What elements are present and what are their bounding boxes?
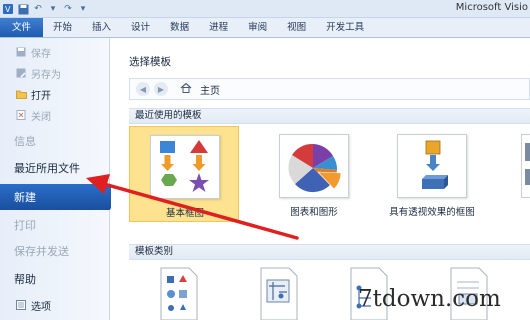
sidebar-item-label: 帮助	[14, 273, 36, 286]
template-label: 基本框图	[165, 208, 204, 219]
sidebar-item-label: 保存	[31, 48, 51, 60]
tab-insert[interactable]: 插入	[82, 18, 121, 37]
sidebar-item-label: 选项	[31, 301, 51, 313]
forward-icon[interactable]: ▶	[154, 82, 168, 96]
sidebar-item-label: 新建	[14, 191, 36, 204]
sidebar-item-label: 打印	[14, 219, 36, 232]
sidebar-item-open[interactable]: 打开	[0, 86, 110, 102]
template-perspective-diagram[interactable]: 具有透视效果的框图	[377, 126, 487, 222]
home-icon[interactable]	[180, 82, 192, 96]
basic-diagram-thumbnail	[150, 135, 220, 199]
back-icon[interactable]: ◀	[136, 82, 150, 96]
template-nav-bar: ◀ ▶ 主页	[129, 78, 530, 100]
sidebar-item-label: 保存并发送	[14, 245, 69, 258]
tab-developer[interactable]: 开发工具	[316, 18, 374, 37]
sidebar-item-label: 最近所用文件	[14, 162, 80, 175]
redo-icon[interactable]: ↷	[62, 3, 74, 15]
new-template-panel: 选择模板 ◀ ▶ 主页 最近使用的模板 基本框图 图表和图形 具有透视效果的框图…	[111, 38, 530, 320]
close-doc-icon	[15, 109, 27, 121]
title-bar: V ↶ ▾ ↷ ▾ Microsoft Visio	[0, 0, 530, 18]
svg-text:V: V	[5, 5, 11, 14]
tab-process[interactable]: 进程	[199, 18, 238, 37]
tab-file[interactable]: 文件	[0, 18, 44, 37]
open-folder-icon	[15, 88, 27, 100]
sidebar-item-save-send[interactable]: 保存并发送	[0, 242, 110, 260]
options-icon	[15, 299, 27, 311]
sidebar-item-save[interactable]: 保存	[0, 44, 110, 60]
sidebar-item-label: 打开	[31, 90, 51, 102]
save-as-icon	[15, 67, 27, 79]
tab-view[interactable]: 视图	[277, 18, 316, 37]
sidebar-item-help[interactable]: 帮助	[0, 270, 110, 288]
template-label: 具有透视效果的框图	[389, 207, 475, 218]
customize-qat-icon[interactable]: ▾	[77, 3, 89, 15]
sidebar-item-label: 信息	[14, 135, 36, 148]
category-general-thumbnail[interactable]	[159, 266, 199, 320]
sidebar-item-print[interactable]: 打印	[0, 216, 110, 234]
tab-home[interactable]: 开始	[43, 18, 82, 37]
backstage-sidebar: 保存 另存为 打开 关闭 信息 最近所用文件 新建 打印 保存并发送 帮助 选项	[0, 38, 118, 320]
template-partial-thumbnail[interactable]	[521, 134, 530, 198]
sidebar-item-info[interactable]: 信息	[0, 132, 110, 150]
sidebar-item-label: 另存为	[31, 69, 61, 81]
category-map-thumbnail[interactable]	[259, 266, 299, 320]
perspective-diagram-thumbnail	[397, 134, 467, 198]
ribbon-tab-bar: 文件 开始 插入 设计 数据 进程 审阅 视图 开发工具	[0, 18, 530, 38]
undo-icon[interactable]: ↶	[32, 3, 44, 15]
template-charts-graphs[interactable]: 图表和图形	[259, 126, 369, 222]
recent-templates-header: 最近使用的模板	[129, 108, 530, 124]
qat-dropdown-icon[interactable]: ▾	[47, 3, 59, 15]
tab-design[interactable]: 设计	[121, 18, 160, 37]
charts-graphs-thumbnail	[279, 134, 349, 198]
tab-data[interactable]: 数据	[160, 18, 199, 37]
window-title: Microsoft Visio	[455, 2, 528, 13]
quick-access-toolbar: V ↶ ▾ ↷ ▾	[0, 0, 89, 18]
breadcrumb[interactable]: 主页	[200, 82, 220, 97]
template-label: 图表和图形	[290, 207, 338, 218]
page-title: 选择模板	[129, 56, 171, 68]
sidebar-item-close[interactable]: 关闭	[0, 107, 110, 123]
visio-app-icon: V	[2, 3, 14, 15]
template-basic-diagram[interactable]: 基本框图	[129, 126, 239, 222]
sidebar-item-new[interactable]: 新建	[0, 184, 118, 210]
sidebar-item-label: 关闭	[31, 111, 51, 123]
save-icon[interactable]	[17, 3, 29, 15]
sidebar-item-save-as[interactable]: 另存为	[0, 65, 110, 81]
tab-review[interactable]: 审阅	[238, 18, 277, 37]
watermark: 7tdown.com	[358, 286, 501, 312]
template-categories-header: 模板类别	[129, 244, 530, 260]
sidebar-item-recent[interactable]: 最近所用文件	[0, 158, 110, 178]
sidebar-item-options[interactable]: 选项	[0, 297, 110, 313]
save-icon	[15, 46, 27, 58]
